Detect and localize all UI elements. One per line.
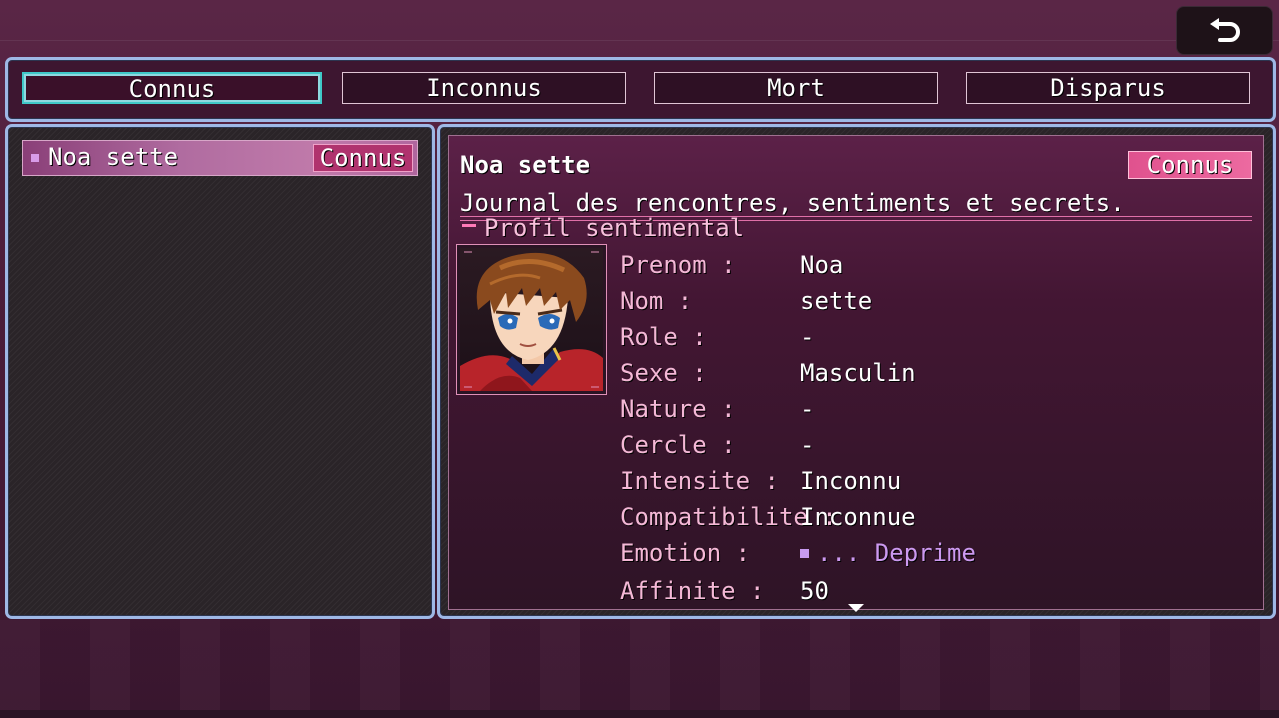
field-value: Noa xyxy=(800,251,844,279)
character-description: Journal des rencontres, sentiments et se… xyxy=(460,189,1125,217)
field-value: Masculin xyxy=(800,359,916,387)
emotion-marker-icon xyxy=(800,549,809,558)
tab-connus[interactable]: Connus xyxy=(22,72,322,104)
field-label: Nature : xyxy=(620,395,736,423)
background-bottom-strip xyxy=(0,710,1279,718)
background-line xyxy=(0,40,1279,41)
portrait-image xyxy=(460,248,603,391)
character-portrait xyxy=(456,244,607,395)
tab-inconnus[interactable]: Inconnus xyxy=(342,72,626,104)
field-value: - xyxy=(800,431,815,459)
tab-mort[interactable]: Mort xyxy=(654,72,938,104)
tab-disparus[interactable]: Disparus xyxy=(966,72,1250,104)
character-name: Noa sette xyxy=(460,151,591,179)
field-label: Cercle : xyxy=(620,431,736,459)
field-label: Sexe : xyxy=(620,359,707,387)
emotion-text: ... Deprime xyxy=(817,539,976,567)
list-item-status-badge: Connus xyxy=(313,144,413,172)
field-label: Affinite : xyxy=(620,577,765,605)
section-title: Profil sentimental xyxy=(484,214,745,242)
return-arrow-icon xyxy=(1209,17,1240,42)
field-label: Prenom : xyxy=(620,251,736,279)
character-list-window xyxy=(5,124,435,619)
scroll-down-icon[interactable] xyxy=(848,604,864,612)
field-value: Inconnue xyxy=(800,503,916,531)
section-marker xyxy=(462,224,476,227)
list-item-name: Noa sette xyxy=(48,143,179,171)
field-label: Emotion : xyxy=(620,539,751,567)
field-value: sette xyxy=(800,287,873,315)
back-button[interactable] xyxy=(1176,6,1273,55)
status-badge: Connus xyxy=(1128,151,1252,179)
field-value: Inconnu xyxy=(800,467,902,495)
field-label: Role : xyxy=(620,323,707,351)
list-item-noa-sette[interactable]: Noa sette Connus xyxy=(22,140,418,176)
list-item-marker xyxy=(31,154,39,162)
field-value: 50 xyxy=(800,577,829,605)
background-blur xyxy=(0,620,1279,718)
field-label: Intensite : xyxy=(620,467,779,495)
field-label: Nom : xyxy=(620,287,693,315)
field-value-emotion: ... Deprime xyxy=(800,539,976,567)
field-value: - xyxy=(800,323,815,351)
field-value: - xyxy=(800,395,815,423)
